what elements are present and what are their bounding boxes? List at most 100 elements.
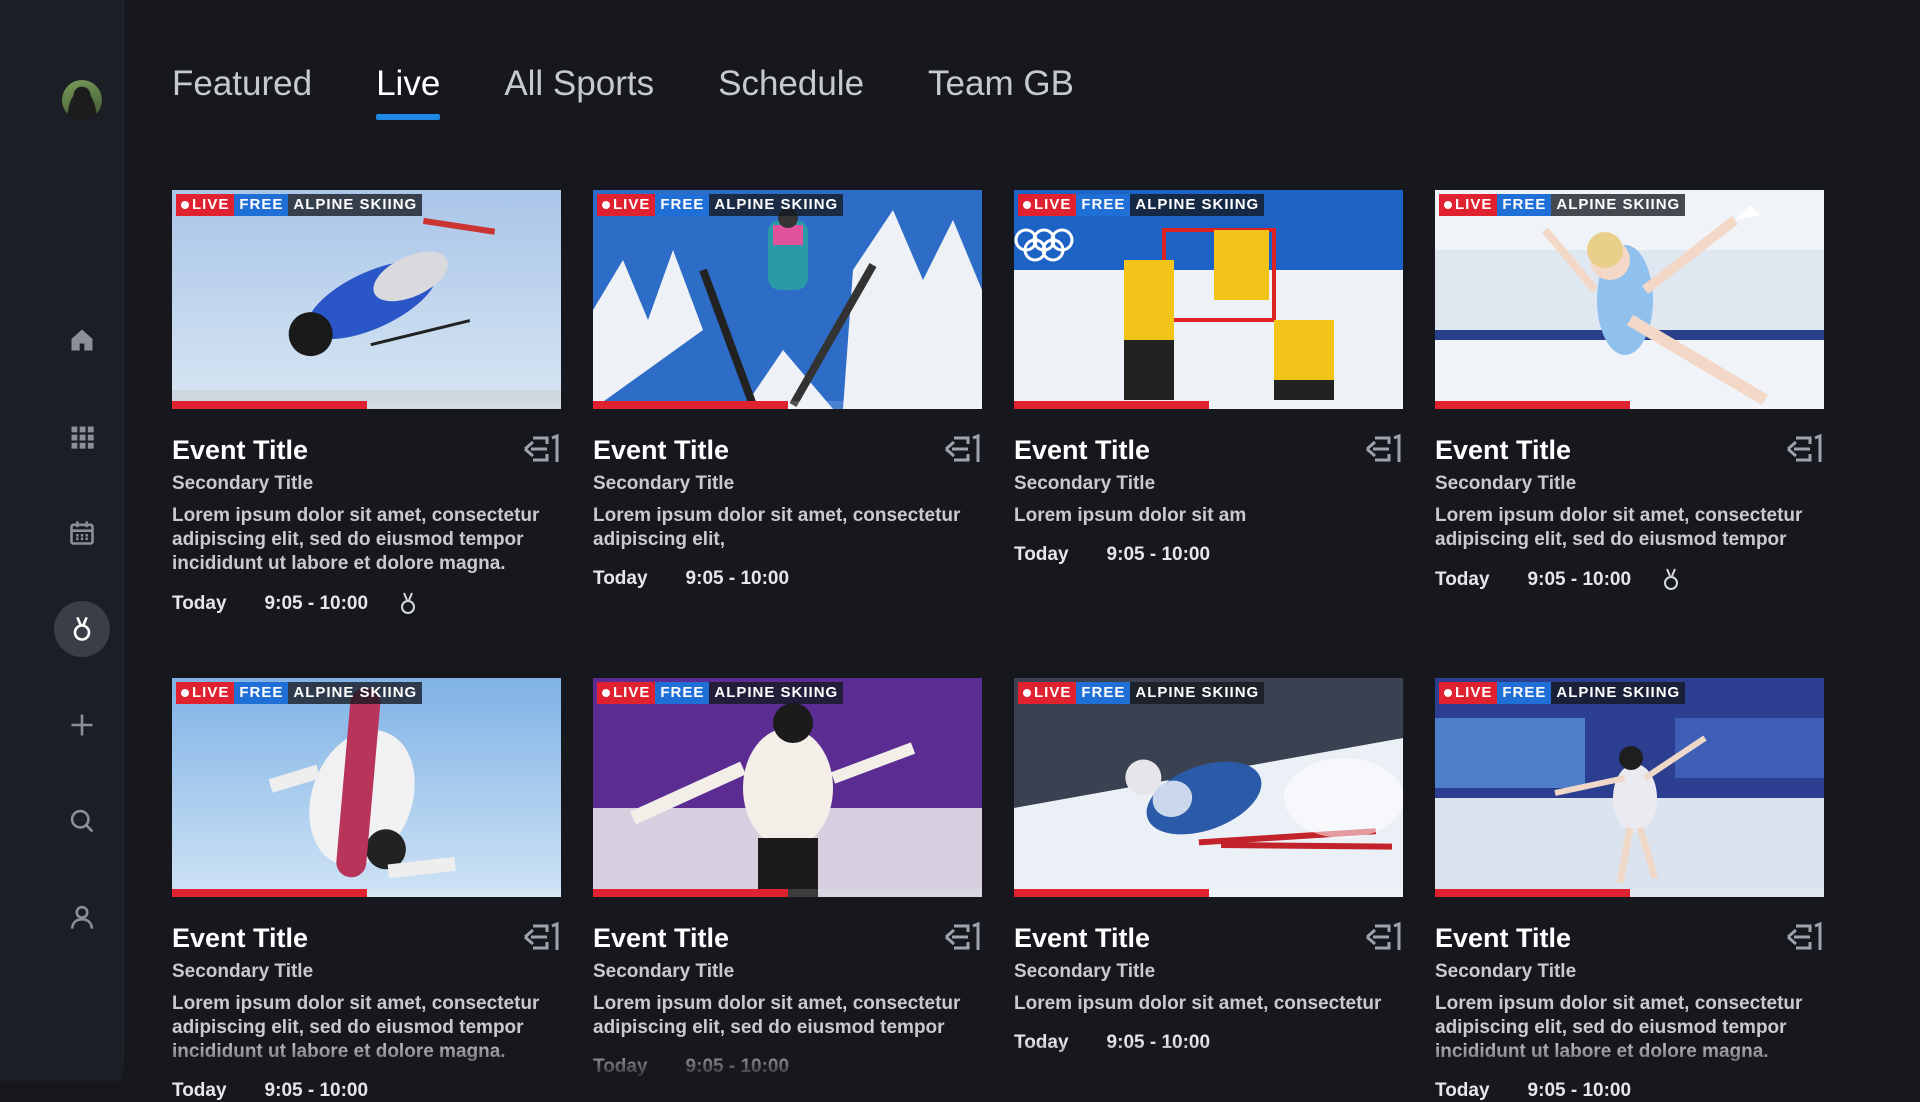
progress-fill <box>1435 889 1630 897</box>
event-day: Today <box>593 568 648 589</box>
tab-team-gb[interactable]: Team GB <box>928 64 1074 116</box>
event-thumbnail[interactable]: LIVE FREE ALPINE SKIING <box>1014 678 1403 897</box>
sport-badge: ALPINE SKIING <box>1551 682 1686 704</box>
event-card[interactable]: LIVE FREE ALPINE SKIING Event Title Seco… <box>1014 190 1403 566</box>
event-description: Lorem ipsum dolor sit amet, consectetur … <box>172 505 540 574</box>
time-row: Today 9:05 - 10:00 <box>593 568 982 590</box>
avatar[interactable] <box>62 80 102 120</box>
event-card[interactable]: LIVE FREE ALPINE SKIING Event Title Seco… <box>593 190 982 590</box>
tab-bar: Featured Live All Sports Schedule Team G… <box>172 64 1138 120</box>
event-description: Lorem ipsum dolor sit amet, consectetur … <box>593 993 961 1038</box>
channel-icon <box>1784 433 1824 464</box>
event-title: Event Title <box>172 435 309 465</box>
title-row: Event Title <box>1435 921 1824 954</box>
event-card[interactable]: LIVE FREE ALPINE SKIING Event Title Seco… <box>593 678 982 1078</box>
event-card[interactable]: LIVE FREE ALPINE SKIING Event Title Seco… <box>1435 678 1824 1102</box>
badge-group: LIVE FREE ALPINE SKIING <box>1018 194 1265 216</box>
title-row: Event Title <box>593 433 982 466</box>
free-badge-label: FREE <box>1502 196 1547 213</box>
event-thumbnail[interactable]: LIVE FREE ALPINE SKIING <box>1014 190 1403 409</box>
event-thumbnail[interactable]: LIVE FREE ALPINE SKIING <box>1435 190 1824 409</box>
free-badge-label: FREE <box>239 684 284 701</box>
event-thumbnail[interactable]: LIVE FREE ALPINE SKIING <box>1435 678 1824 897</box>
time-row: Today 9:05 - 10:00 <box>172 1080 561 1102</box>
event-time: 9:05 - 10:00 <box>1527 569 1632 590</box>
free-badge-label: FREE <box>1081 684 1126 701</box>
secondary-title: Secondary Title <box>1435 961 1577 982</box>
event-card[interactable]: LIVE FREE ALPINE SKIING Event Title Seco… <box>1014 678 1403 1054</box>
free-badge-label: FREE <box>660 684 705 701</box>
sport-badge: ALPINE SKIING <box>1130 194 1265 216</box>
event-thumbnail[interactable]: LIVE FREE ALPINE SKIING <box>593 190 982 409</box>
live-badge: LIVE <box>1439 194 1498 216</box>
free-badge: FREE <box>234 682 289 704</box>
live-dot-icon <box>181 201 189 209</box>
secondary-title: Secondary Title <box>593 473 735 494</box>
channel-icon <box>1363 433 1403 464</box>
sidebar <box>0 0 124 1081</box>
live-badge-label: LIVE <box>613 196 651 213</box>
live-badge-label: LIVE <box>1034 196 1072 213</box>
grid-icon[interactable] <box>52 407 112 467</box>
progress-bar <box>172 401 561 409</box>
thumbnail-image <box>593 678 982 897</box>
sport-badge: ALPINE SKIING <box>288 194 423 216</box>
badge-group: LIVE FREE ALPINE SKIING <box>176 194 423 216</box>
live-dot-icon <box>602 201 610 209</box>
live-badge: LIVE <box>597 682 656 704</box>
event-day: Today <box>1435 569 1490 590</box>
event-thumbnail[interactable]: LIVE FREE ALPINE SKIING <box>172 190 561 409</box>
event-day: Today <box>1435 1080 1490 1101</box>
thumbnail-image <box>593 190 982 409</box>
tab-live[interactable]: Live <box>376 64 441 120</box>
free-badge: FREE <box>1076 194 1131 216</box>
event-thumbnail[interactable]: LIVE FREE ALPINE SKIING <box>593 678 982 897</box>
calendar-icon[interactable] <box>52 503 112 563</box>
plus-icon[interactable] <box>52 695 112 755</box>
medal-icon[interactable] <box>54 601 110 657</box>
channel-icon <box>521 921 561 952</box>
tab-schedule[interactable]: Schedule <box>718 64 864 116</box>
free-badge-label: FREE <box>1502 684 1547 701</box>
time-row: Today 9:05 - 10:00 <box>172 592 561 616</box>
thumbnail-image <box>172 190 561 409</box>
free-badge: FREE <box>1497 682 1552 704</box>
event-title: Event Title <box>172 923 309 953</box>
event-card[interactable]: LIVE FREE ALPINE SKIING Event Title Seco… <box>1435 190 1824 592</box>
search-icon[interactable] <box>52 791 112 851</box>
event-card[interactable]: LIVE FREE ALPINE SKIING Event Title Seco… <box>172 678 561 1102</box>
sport-badge-label: ALPINE SKIING <box>293 196 418 213</box>
title-row: Event Title <box>172 433 561 466</box>
title-row: Event Title <box>1014 921 1403 954</box>
sport-badge: ALPINE SKIING <box>288 682 423 704</box>
sport-badge-label: ALPINE SKIING <box>714 684 839 701</box>
tab-all-sports[interactable]: All Sports <box>504 64 654 116</box>
free-badge: FREE <box>1497 194 1552 216</box>
channel-icon <box>1363 921 1403 952</box>
badge-group: LIVE FREE ALPINE SKIING <box>1439 194 1686 216</box>
medal-icon <box>398 592 418 616</box>
time-row: Today 9:05 - 10:00 <box>1435 1080 1824 1102</box>
progress-bar <box>1435 401 1824 409</box>
event-time: 9:05 - 10:00 <box>1106 544 1211 565</box>
live-dot-icon <box>1023 201 1031 209</box>
time-row: Today 9:05 - 10:00 <box>1014 1032 1403 1054</box>
channel-icon <box>942 921 982 952</box>
live-dot-icon <box>1023 689 1031 697</box>
live-badge: LIVE <box>176 682 235 704</box>
progress-bar <box>1435 889 1824 897</box>
badge-group: LIVE FREE ALPINE SKIING <box>597 682 844 704</box>
event-description: Lorem ipsum dolor sit amet, consectetur … <box>593 505 961 550</box>
free-badge: FREE <box>655 194 710 216</box>
event-thumbnail[interactable]: LIVE FREE ALPINE SKIING <box>172 678 561 897</box>
tab-featured[interactable]: Featured <box>172 64 312 116</box>
title-row: Event Title <box>593 921 982 954</box>
home-icon[interactable] <box>52 310 112 370</box>
live-dot-icon <box>181 689 189 697</box>
event-time: 9:05 - 10:00 <box>1527 1080 1632 1101</box>
live-dot-icon <box>1444 689 1452 697</box>
user-icon[interactable] <box>52 887 112 947</box>
medal-icon <box>1661 568 1681 592</box>
progress-fill <box>593 401 788 409</box>
event-card[interactable]: LIVE FREE ALPINE SKIING Event Title Seco… <box>172 190 561 616</box>
